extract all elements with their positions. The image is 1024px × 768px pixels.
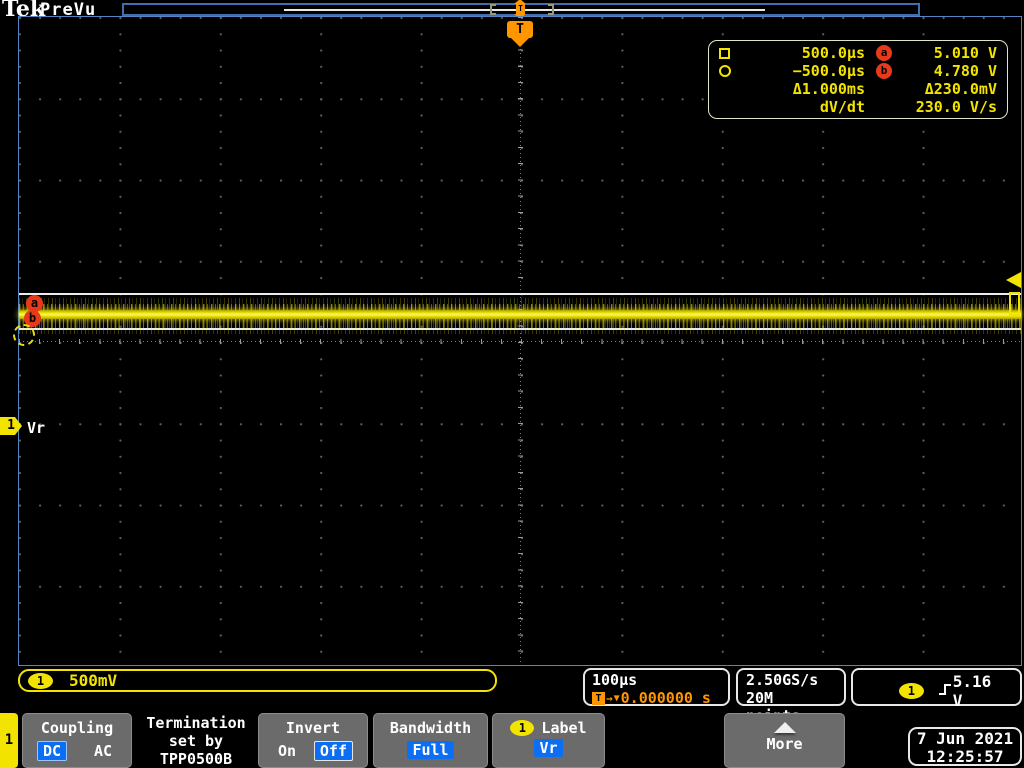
trigger-source-badge: 1 (899, 683, 924, 699)
time-value: 12:25:57 (910, 748, 1020, 766)
trigger-position-value: 0.000000 s (621, 689, 711, 707)
cursor-a-line[interactable] (19, 293, 1021, 295)
sample-rate: 2.50GS/s (746, 671, 836, 689)
menu-channel-tab: 1 (0, 713, 18, 768)
horizontal-scale: 100µs (592, 671, 721, 689)
trigger-t-chip-icon: T (592, 692, 605, 705)
label-channel-badge: 1 (510, 720, 534, 736)
ch1-scale-readout[interactable]: 1 500mV (18, 669, 497, 692)
invert-on-option[interactable]: On (273, 742, 301, 760)
cursor-delta-row: Δ1.000ms Δ230.0mV (719, 80, 997, 98)
termination-message: Termination set by TPP0500B (134, 713, 258, 768)
trigger-level-value: 5.16 V (953, 672, 1010, 710)
window-bracket-right[interactable] (552, 4, 554, 15)
dvdt-value: 230.0 V/s (903, 98, 997, 116)
label-title: Label (541, 719, 586, 737)
cursor-b-label-badge: b (876, 63, 892, 79)
right-edge-arrow-icon (1006, 272, 1021, 288)
cursor-delta-time: Δ1.000ms (743, 80, 865, 98)
termination-line2: set by (134, 732, 258, 750)
invert-button[interactable]: Invert On Off (258, 713, 368, 768)
window-bracket-left[interactable] (490, 4, 492, 15)
more-title: More (725, 735, 844, 753)
cursor-a-row: 500.0µs a 5.010 V (719, 44, 997, 62)
cursor-readout-panel: 500.0µs a 5.010 V −500.0µs b 4.780 V Δ1.… (708, 40, 1008, 119)
trigger-position-readout: T → ▼ 0.000000 s (592, 689, 721, 707)
horizontal-readout[interactable]: 100µs T → ▼ 0.000000 s (583, 668, 730, 706)
cursor-dvdt-row: dV/dt 230.0 V/s (719, 98, 997, 116)
cursor-a-label-badge: a (876, 45, 892, 61)
label-value[interactable]: Vr (534, 739, 562, 757)
ch1-badge: 1 (28, 673, 53, 689)
label-button[interactable]: 1 Label Vr (492, 713, 605, 768)
cursor-a-square-icon (719, 48, 743, 59)
cursor-b-row: −500.0µs b 4.780 V (719, 62, 997, 80)
trigger-position-marker[interactable]: T (507, 21, 533, 38)
record-trigger-marker-icon[interactable]: T (516, 4, 525, 14)
right-edge-square-icon (1009, 292, 1020, 316)
bandwidth-button[interactable]: Bandwidth Full (373, 713, 488, 768)
trigger-readout[interactable]: 1 5.16 V (851, 668, 1022, 706)
cursor-b-handle-icon[interactable] (13, 324, 35, 346)
coupling-ac-option[interactable]: AC (89, 742, 117, 760)
oscilloscope-screen: Tek PreVu T T a b 1 Vr 500.0µs a 5.010 V (0, 0, 1024, 768)
ch1-waveform-trace[interactable] (19, 310, 1021, 319)
cursor-a-time: 500.0µs (743, 44, 865, 62)
trigger-position-arrow-icon (511, 38, 529, 47)
graticule-horizontal-ticks (19, 339, 1021, 344)
termination-line1: Termination (134, 714, 258, 732)
rising-edge-icon (938, 682, 953, 701)
bandwidth-value[interactable]: Full (407, 741, 453, 759)
cursor-a-value: 5.010 V (903, 44, 997, 62)
coupling-dc-option[interactable]: DC (37, 741, 67, 761)
datetime-box: 7 Jun 2021 12:25:57 (908, 727, 1022, 766)
coupling-button[interactable]: Coupling DC AC (22, 713, 132, 768)
more-button[interactable]: More (724, 713, 845, 768)
acquisition-readout[interactable]: 2.50GS/s 20M points (736, 668, 846, 706)
cursor-b-circle-icon (719, 65, 743, 77)
more-up-arrow-icon (774, 722, 796, 733)
ch1-trace-label: Vr (27, 419, 45, 437)
trigger-caret-icon: ▼ (614, 693, 620, 704)
bandwidth-title: Bandwidth (374, 719, 487, 737)
ch1-scale-value: 500mV (69, 671, 117, 690)
invert-off-option[interactable]: Off (314, 741, 353, 761)
cursor-delta-value: Δ230.0mV (903, 80, 997, 98)
date-value: 7 Jun 2021 (910, 730, 1020, 748)
cursor-b-time: −500.0µs (743, 62, 865, 80)
coupling-title: Coupling (23, 719, 131, 737)
cursor-b-value: 4.780 V (903, 62, 997, 80)
termination-line3: TPP0500B (134, 750, 258, 768)
dvdt-label: dV/dt (743, 98, 865, 116)
trigger-arrow-icon: → (606, 692, 613, 705)
invert-title: Invert (259, 719, 367, 737)
